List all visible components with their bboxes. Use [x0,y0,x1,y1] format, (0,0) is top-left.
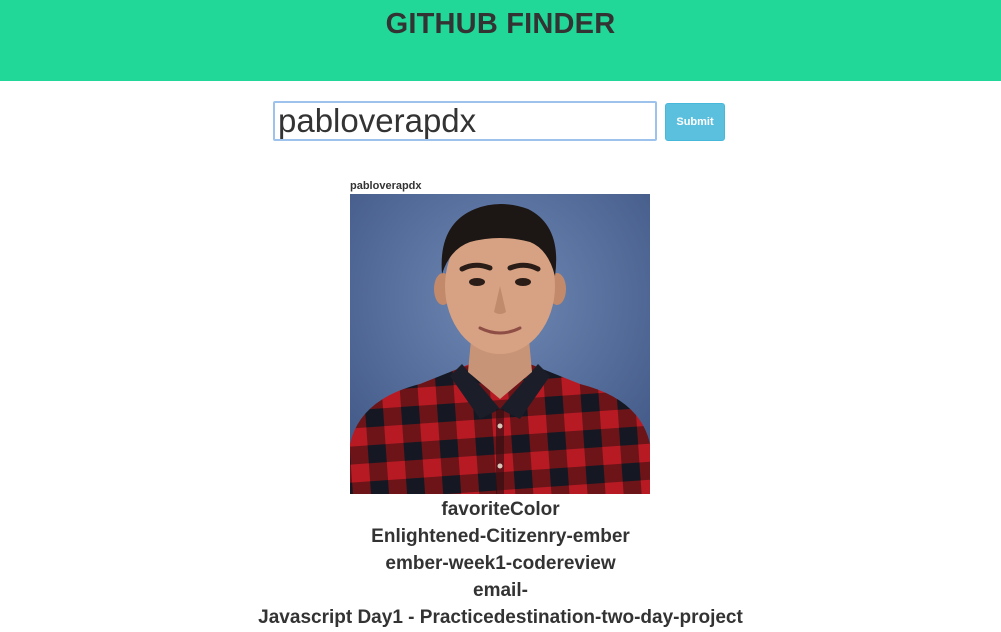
app-header: GITHUB FINDER [0,0,1001,81]
list-item: Enlightened-Citizenry-ember [371,526,630,547]
list-item: Javascript Day1 - Practicedestination-tw… [258,607,743,628]
list-item: favoriteColor [441,499,560,520]
list-item: ember-week1-codereview [385,553,616,574]
username-search-input[interactable] [273,101,657,141]
avatar [350,194,650,494]
app-title: GITHUB FINDER [385,8,616,40]
submit-button[interactable]: Submit [665,103,725,141]
search-form: Submit [273,101,733,143]
list-item: email- [473,580,528,601]
profile-username: pabloverapdx [350,180,422,192]
repo-list: favoriteColor Enlightened-Citizenry-embe… [0,496,1001,631]
